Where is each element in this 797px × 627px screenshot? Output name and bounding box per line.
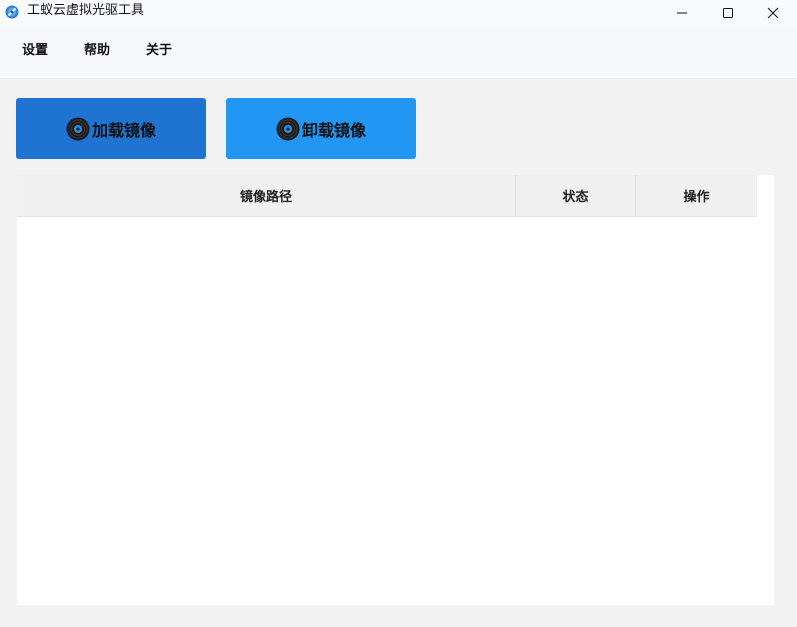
column-header-action[interactable]: 操作 — [636, 175, 757, 216]
table-header: 镜像路径 状态 操作 — [17, 175, 757, 217]
menu-item-settings[interactable]: 设置 — [22, 42, 48, 60]
title-bar[interactable]: 工蚁云虚拟光驱工具 — [0, 0, 797, 26]
disc-icon — [276, 117, 300, 140]
column-header-status[interactable]: 状态 — [516, 175, 636, 216]
minimize-button[interactable] — [659, 0, 705, 26]
load-image-label: 加载镜像 — [91, 120, 156, 140]
app-window: 工蚁云虚拟光驱工具 设置 帮助 关于 加载镜像 卸载镜像 镜像路径 状态 操作 — [0, 0, 797, 627]
column-header-path[interactable]: 镜像路径 — [17, 175, 516, 216]
window-title: 工蚁云虚拟光驱工具 — [27, 3, 145, 18]
menu-item-about[interactable]: 关于 — [146, 42, 172, 60]
unload-image-label: 卸载镜像 — [301, 120, 366, 140]
menu-item-help[interactable]: 帮助 — [84, 42, 110, 60]
menu-bar: 设置 帮助 关于 — [0, 26, 797, 79]
load-image-button[interactable]: 加载镜像 — [16, 98, 206, 159]
close-icon — [767, 7, 779, 19]
table-body[interactable] — [17, 217, 774, 605]
close-button[interactable] — [750, 0, 796, 26]
maximize-icon — [723, 8, 733, 18]
unload-image-button[interactable]: 卸载镜像 — [226, 98, 416, 159]
disc-icon — [66, 117, 90, 140]
minimize-icon — [677, 12, 687, 14]
image-table: 镜像路径 状态 操作 — [17, 175, 774, 605]
maximize-button[interactable] — [705, 0, 751, 26]
disc-app-icon — [5, 5, 19, 19]
